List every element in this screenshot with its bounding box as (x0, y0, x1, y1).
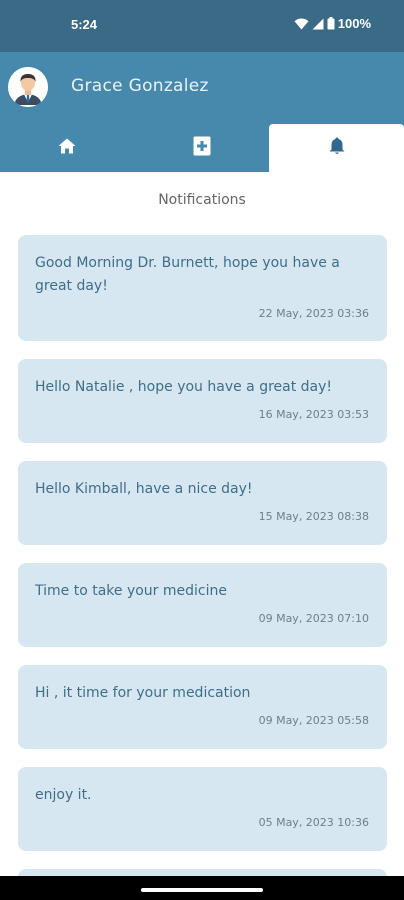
notification-date: 09 May, 2023 07:10 (258, 612, 369, 625)
tab-bar (0, 124, 404, 172)
notification-date: 15 May, 2023 08:38 (258, 510, 369, 523)
notification-message: Time to take your medicine (35, 583, 227, 599)
notification-card[interactable]: Hi , it time for your medication 09 May,… (18, 665, 387, 749)
tab-home[interactable] (0, 124, 135, 172)
notification-date: 16 May, 2023 03:53 (258, 408, 369, 421)
notification-card[interactable]: Good Morning Dr. Burnett, hope you have … (18, 235, 387, 341)
home-indicator[interactable] (141, 888, 263, 892)
notification-date: 22 May, 2023 03:36 (258, 307, 369, 320)
notification-card[interactable]: Hello Natalie , hope you have a great da… (18, 359, 387, 443)
notification-message: Good Morning Dr. Burnett, hope you have … (35, 255, 340, 294)
app-header: Grace Gonzalez (0, 52, 404, 124)
status-icons: 100% (294, 16, 371, 31)
notification-message: Hello Kimball, have a nice day! (35, 481, 253, 497)
notification-message: Hi , it time for your medication (35, 685, 251, 701)
system-nav-bar (0, 876, 404, 900)
status-bar: 5:24 100% (0, 0, 404, 52)
notification-date: 09 May, 2023 05:58 (258, 714, 369, 727)
battery-icon (327, 17, 335, 30)
notification-date: 05 May, 2023 10:36 (258, 816, 369, 829)
notification-message: enjoy it. (35, 787, 92, 803)
signal-icon (312, 18, 324, 30)
notification-card[interactable]: enjoy it. 05 May, 2023 10:36 (18, 767, 387, 851)
wifi-icon (294, 18, 309, 30)
home-icon (58, 138, 76, 158)
page-title: Notifications (158, 192, 246, 208)
notification-card[interactable]: Time to take your medicine 09 May, 2023 … (18, 563, 387, 647)
notification-message: Hello Natalie , hope you have a great da… (35, 379, 333, 395)
bell-icon (329, 137, 345, 159)
status-time: 5:24 (71, 17, 98, 32)
tab-notifications[interactable] (269, 124, 404, 172)
user-name: Grace Gonzalez (71, 76, 209, 96)
battery-percentage: 100% (337, 16, 371, 31)
notification-card[interactable]: Hello Kimball, have a nice day! 15 May, … (18, 461, 387, 545)
avatar-icon[interactable] (8, 67, 48, 107)
tab-medical[interactable] (135, 124, 270, 172)
medical-kit-icon (193, 136, 211, 160)
